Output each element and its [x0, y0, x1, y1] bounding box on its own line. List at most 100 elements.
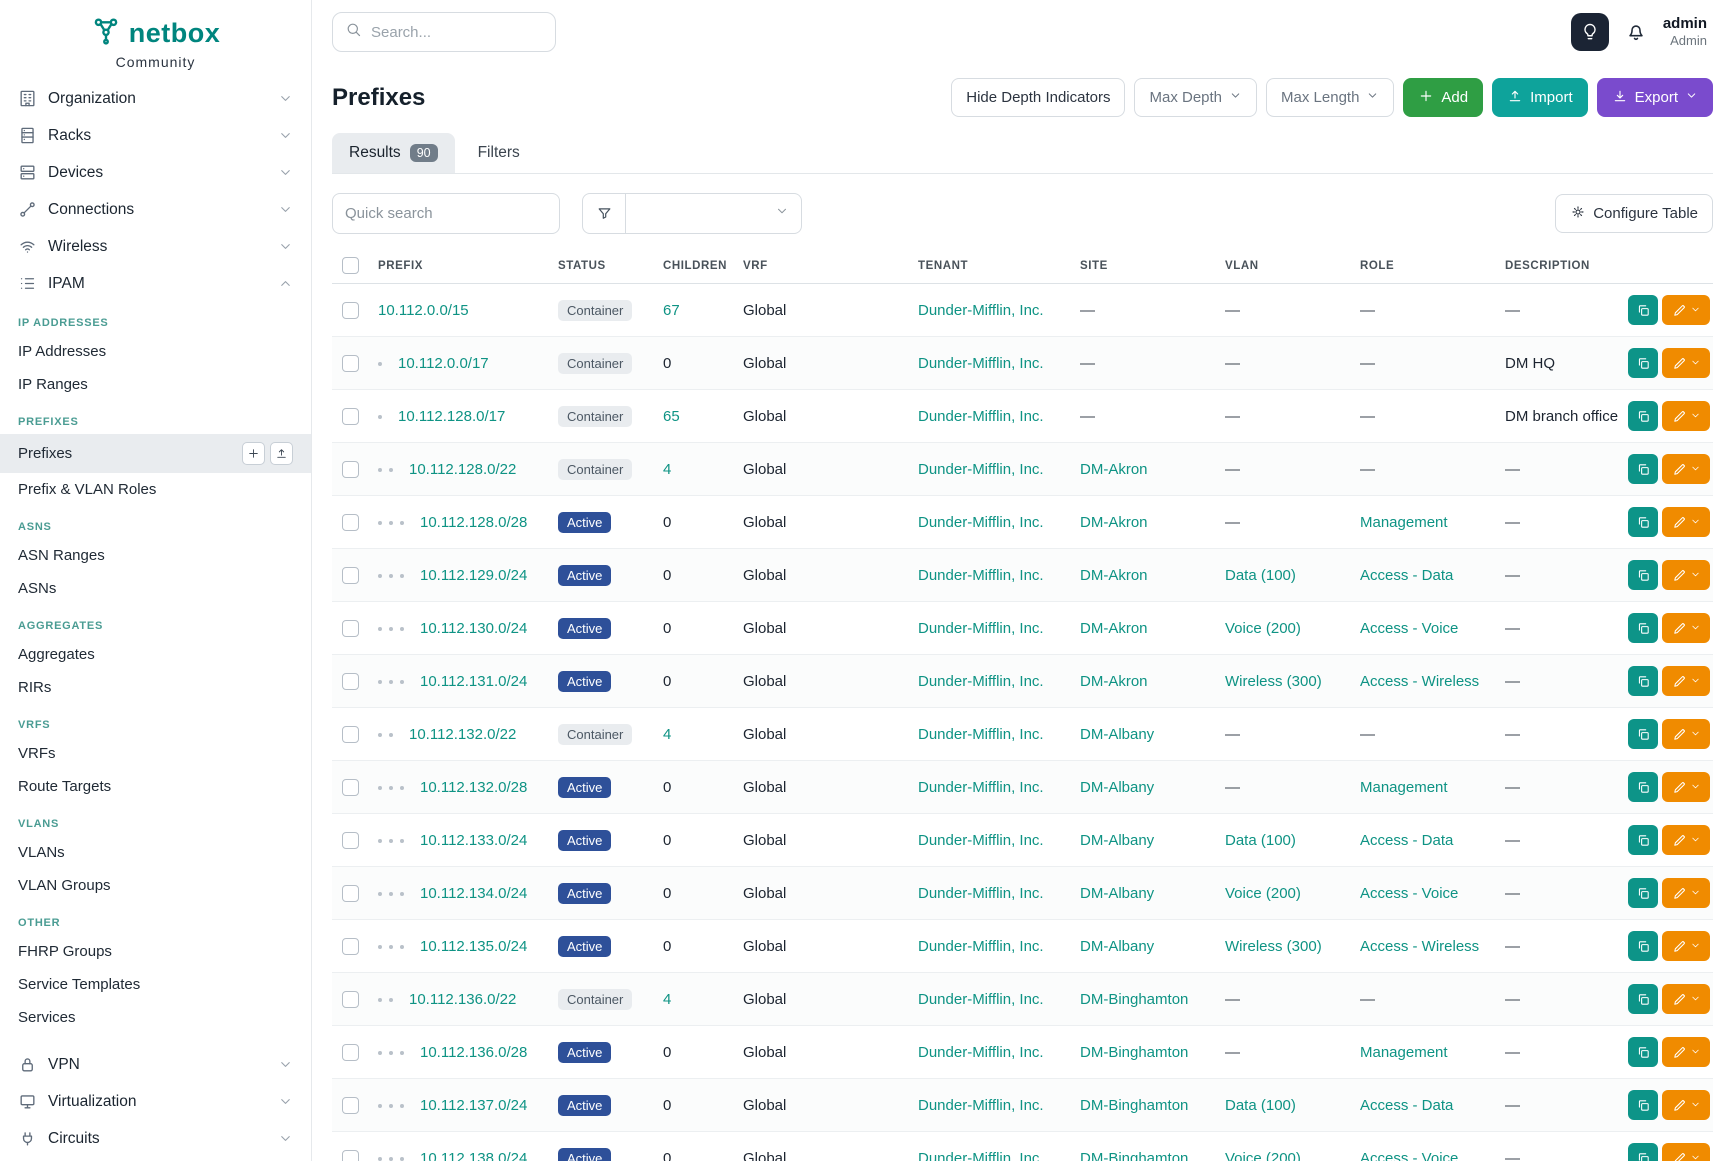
row-checkbox[interactable] [342, 620, 359, 637]
tenant-link[interactable]: Dunder-Mifflin, Inc. [918, 1097, 1044, 1114]
sidebar-item-aggregates[interactable]: Aggregates [0, 638, 311, 671]
sidebar-item-route-targets[interactable]: Route Targets [0, 770, 311, 803]
sidebar-item-connections[interactable]: Connections [0, 191, 311, 228]
edit-button[interactable] [1662, 984, 1710, 1014]
row-checkbox[interactable] [342, 408, 359, 425]
vlan-link[interactable]: Wireless (300) [1225, 938, 1322, 955]
edit-button[interactable] [1662, 507, 1710, 537]
edit-button[interactable] [1662, 348, 1710, 378]
role-link[interactable]: Access - Data [1360, 832, 1453, 849]
role-link[interactable]: Access - Data [1360, 1097, 1453, 1114]
column-header-site[interactable]: SITE [1070, 248, 1215, 284]
sidebar-item-services[interactable]: Services [0, 1001, 311, 1034]
copy-button[interactable] [1628, 1037, 1658, 1067]
copy-button[interactable] [1628, 613, 1658, 643]
max-length-dropdown[interactable]: Max Length [1266, 78, 1394, 117]
children-count-link[interactable]: 4 [663, 461, 671, 478]
copy-button[interactable] [1628, 931, 1658, 961]
row-checkbox[interactable] [342, 938, 359, 955]
vlan-link[interactable]: Voice (200) [1225, 620, 1301, 637]
role-link[interactable]: Access - Wireless [1360, 938, 1479, 955]
vlan-link[interactable]: Wireless (300) [1225, 673, 1322, 690]
copy-button[interactable] [1628, 878, 1658, 908]
edit-button[interactable] [1662, 560, 1710, 590]
site-link[interactable]: DM-Binghamton [1080, 991, 1188, 1008]
site-link[interactable]: DM-Akron [1080, 673, 1148, 690]
children-count-link[interactable]: 65 [663, 408, 680, 425]
vlan-link[interactable]: Data (100) [1225, 1097, 1296, 1114]
role-link[interactable]: Access - Wireless [1360, 673, 1479, 690]
prefix-link[interactable]: 10.112.134.0/24 [420, 885, 527, 902]
role-link[interactable]: Access - Data [1360, 567, 1453, 584]
vlan-link[interactable]: Data (100) [1225, 567, 1296, 584]
prefix-link[interactable]: 10.112.128.0/28 [420, 514, 527, 531]
tenant-link[interactable]: Dunder-Mifflin, Inc. [918, 620, 1044, 637]
prefix-link[interactable]: 10.112.0.0/15 [378, 302, 469, 319]
tenant-link[interactable]: Dunder-Mifflin, Inc. [918, 1150, 1044, 1161]
sidebar-item-ip-addresses[interactable]: IP Addresses [0, 335, 311, 368]
column-header-vrf[interactable]: VRF [733, 248, 908, 284]
row-checkbox[interactable] [342, 1150, 359, 1161]
sidebar-item-ip-ranges[interactable]: IP Ranges [0, 368, 311, 401]
prefix-link[interactable]: 10.112.0.0/17 [398, 355, 489, 372]
site-link[interactable]: DM-Albany [1080, 938, 1154, 955]
column-header-description[interactable]: DESCRIPTION [1495, 248, 1618, 284]
role-link[interactable]: Access - Voice [1360, 885, 1458, 902]
edit-button[interactable] [1662, 295, 1710, 325]
prefix-link[interactable]: 10.112.133.0/24 [420, 832, 527, 849]
global-search-input[interactable] [371, 24, 543, 41]
saved-filter-select[interactable] [626, 193, 802, 234]
edit-button[interactable] [1662, 666, 1710, 696]
vlan-link[interactable]: Voice (200) [1225, 885, 1301, 902]
edit-button[interactable] [1662, 719, 1710, 749]
sidebar-item-prefix-vlan-roles[interactable]: Prefix & VLAN Roles [0, 473, 311, 506]
site-link[interactable]: DM-Albany [1080, 726, 1154, 743]
tenant-link[interactable]: Dunder-Mifflin, Inc. [918, 885, 1044, 902]
tenant-link[interactable]: Dunder-Mifflin, Inc. [918, 514, 1044, 531]
row-checkbox[interactable] [342, 885, 359, 902]
sidebar-item-prefixes[interactable]: Prefixes [0, 434, 311, 473]
column-header-tenant[interactable]: TENANT [908, 248, 1070, 284]
tenant-link[interactable]: Dunder-Mifflin, Inc. [918, 355, 1044, 372]
brand[interactable]: netbox Community [0, 0, 311, 80]
edit-button[interactable] [1662, 401, 1710, 431]
column-header-prefix[interactable]: PREFIX [368, 248, 548, 284]
copy-button[interactable] [1628, 825, 1658, 855]
tenant-link[interactable]: Dunder-Mifflin, Inc. [918, 726, 1044, 743]
sidebar-item-fhrp-groups[interactable]: FHRP Groups [0, 935, 311, 968]
quick-import-button[interactable] [270, 442, 293, 465]
select-all-checkbox[interactable] [342, 257, 359, 274]
sidebar-item-asns[interactable]: ASNs [0, 572, 311, 605]
sidebar-item-organization[interactable]: Organization [0, 80, 311, 117]
tenant-link[interactable]: Dunder-Mifflin, Inc. [918, 673, 1044, 690]
role-link[interactable]: Access - Voice [1360, 620, 1458, 637]
sidebar-item-rirs[interactable]: RIRs [0, 671, 311, 704]
prefix-link[interactable]: 10.112.137.0/24 [420, 1097, 527, 1114]
sidebar-item-circuits[interactable]: Circuits [0, 1120, 311, 1157]
edit-button[interactable] [1662, 1037, 1710, 1067]
notifications-button[interactable] [1625, 21, 1647, 43]
row-checkbox[interactable] [342, 355, 359, 372]
children-count-link[interactable]: 4 [663, 991, 671, 1008]
edit-button[interactable] [1662, 772, 1710, 802]
column-header-role[interactable]: ROLE [1350, 248, 1495, 284]
children-count-link[interactable]: 67 [663, 302, 680, 319]
prefix-link[interactable]: 10.112.136.0/28 [420, 1044, 527, 1061]
prefix-link[interactable]: 10.112.138.0/24 [420, 1150, 527, 1161]
edit-button[interactable] [1662, 931, 1710, 961]
tenant-link[interactable]: Dunder-Mifflin, Inc. [918, 779, 1044, 796]
copy-button[interactable] [1628, 295, 1658, 325]
sidebar-item-service-templates[interactable]: Service Templates [0, 968, 311, 1001]
prefix-link[interactable]: 10.112.132.0/28 [420, 779, 527, 796]
tenant-link[interactable]: Dunder-Mifflin, Inc. [918, 461, 1044, 478]
prefix-link[interactable]: 10.112.129.0/24 [420, 567, 527, 584]
export-button[interactable]: Export [1597, 78, 1713, 117]
sidebar-item-vlans[interactable]: VLANs [0, 836, 311, 869]
edit-button[interactable] [1662, 613, 1710, 643]
user-menu[interactable]: admin Admin [1663, 15, 1707, 50]
column-header-children[interactable]: CHILDREN [653, 248, 733, 284]
sidebar-item-ipam[interactable]: IPAM [0, 265, 311, 302]
edit-button[interactable] [1662, 1143, 1710, 1161]
row-checkbox[interactable] [342, 779, 359, 796]
vlan-link[interactable]: Voice (200) [1225, 1150, 1301, 1161]
